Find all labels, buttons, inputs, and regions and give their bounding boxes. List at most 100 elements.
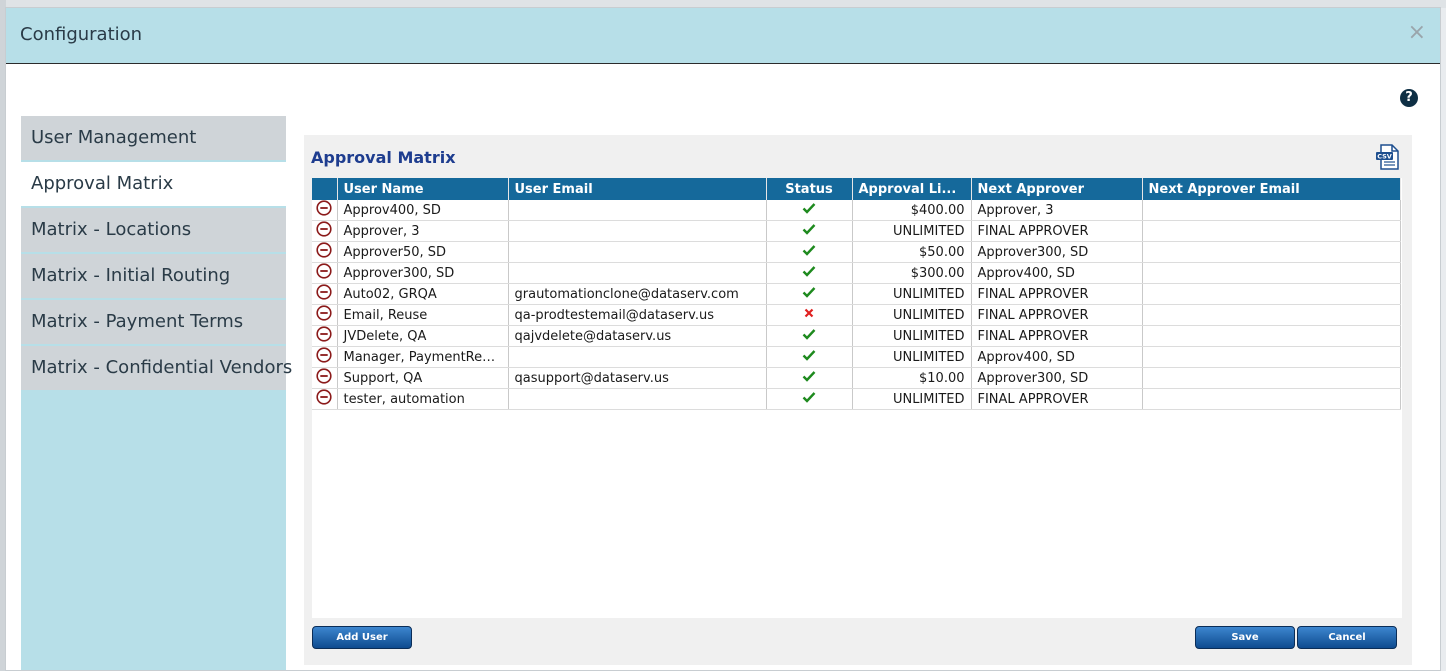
panel-title: Approval Matrix — [311, 148, 456, 167]
close-icon[interactable]: × — [1408, 22, 1426, 44]
table-row[interactable]: JVDelete, QA qajvdelete@dataserv.us UNLIMI… — [312, 325, 1401, 347]
cell-user-name: tester, automation — [337, 388, 509, 410]
sidebar-item-user-management[interactable]: User Management — [21, 116, 286, 160]
cell-status — [766, 367, 853, 389]
cell-next-approver: Approv400, SD — [971, 262, 1143, 284]
header-delete — [312, 178, 338, 200]
cell-next-approver: Approver300, SD — [971, 367, 1143, 389]
delete-cell — [312, 325, 338, 347]
table-row[interactable]: tester, automation UNLIMITED FINAL APPROVE… — [312, 388, 1401, 410]
minus-circle-icon[interactable] — [316, 200, 332, 220]
csv-export-icon[interactable]: CSV — [1376, 144, 1400, 170]
cell-next-approver-email — [1142, 262, 1401, 284]
minus-circle-icon[interactable] — [316, 242, 332, 262]
cell-status — [766, 304, 853, 326]
cell-user-email: qajvdelete@dataserv.us — [508, 325, 767, 347]
delete-cell — [312, 220, 338, 242]
cell-user-name: Approv400, SD — [337, 200, 509, 221]
cell-status — [766, 220, 853, 242]
sidebar-item-matrix-payment-terms[interactable]: Matrix - Payment Terms — [21, 300, 286, 344]
minus-circle-icon[interactable] — [316, 326, 332, 346]
cell-next-approver: Approver, 3 — [971, 200, 1143, 221]
minus-circle-icon[interactable] — [316, 284, 332, 304]
cell-approval-limit: UNLIMITED — [852, 220, 972, 242]
table-row[interactable]: Approver50, SD $50.00 Approver300, SD — [312, 241, 1401, 263]
cell-approval-limit: UNLIMITED — [852, 304, 972, 326]
save-button[interactable]: Save — [1195, 626, 1295, 649]
table-row[interactable]: Email, Reuse qa-prodtestemail@dataserv.us… — [312, 304, 1401, 326]
check-icon — [802, 371, 816, 386]
table-row[interactable]: Auto02, GRQA grautomationclone@dataserv.c… — [312, 283, 1401, 305]
cell-next-approver: FINAL APPROVER — [971, 388, 1143, 410]
help-icon[interactable]: ? — [1400, 89, 1418, 107]
table-row[interactable]: Manager, PaymentReq... UNLIMITED Approv400… — [312, 346, 1401, 368]
cell-next-approver-email — [1142, 220, 1401, 242]
cell-next-approver-email — [1142, 388, 1401, 410]
delete-cell — [312, 200, 338, 221]
header-status[interactable]: Status — [766, 178, 853, 200]
delete-cell — [312, 388, 338, 410]
header-next-approver-email[interactable]: Next Approver Email — [1142, 178, 1401, 200]
cell-user-name: Approver50, SD — [337, 241, 509, 263]
header-user-email[interactable]: User Email — [508, 178, 767, 200]
minus-circle-icon[interactable] — [316, 221, 332, 241]
minus-circle-icon[interactable] — [316, 263, 332, 283]
header-user-name[interactable]: User Name — [337, 178, 509, 200]
cell-approval-limit: $50.00 — [852, 241, 972, 263]
minus-circle-icon[interactable] — [316, 389, 332, 409]
sidebar-item-matrix-initial-routing[interactable]: Matrix - Initial Routing — [21, 254, 286, 298]
cell-approval-limit: $300.00 — [852, 262, 972, 284]
sidebar-item-approval-matrix[interactable]: Approval Matrix — [21, 162, 286, 206]
approval-matrix-panel: Approval Matrix CSV User Name User Email… — [304, 135, 1412, 665]
delete-cell — [312, 262, 338, 284]
table-row[interactable]: Support, QA qasupport@dataserv.us $10.00 Ap… — [312, 367, 1401, 389]
cell-status — [766, 262, 853, 284]
cell-next-approver: FINAL APPROVER — [971, 304, 1143, 326]
header-next-approver[interactable]: Next Approver — [971, 178, 1143, 200]
table-row[interactable]: Approver300, SD $300.00 Approv400, SD — [312, 262, 1401, 284]
cell-next-approver-email — [1142, 304, 1401, 326]
check-icon — [802, 350, 816, 365]
table-row[interactable]: Approv400, SD $400.00 Approver, 3 — [312, 200, 1401, 221]
cell-status — [766, 325, 853, 347]
table-body: Approv400, SD $400.00 Approver, 3 Approver,… — [312, 200, 1401, 410]
cell-user-email: qasupport@dataserv.us — [508, 367, 767, 389]
cell-status — [766, 346, 853, 368]
cell-user-email — [508, 388, 767, 410]
cell-status — [766, 388, 853, 410]
cell-user-email — [508, 346, 767, 368]
cell-user-email — [508, 241, 767, 263]
check-icon — [802, 245, 816, 260]
cell-user-name: Manager, PaymentReq... — [337, 346, 509, 368]
cell-next-approver-email — [1142, 346, 1401, 368]
cancel-button[interactable]: Cancel — [1297, 626, 1397, 649]
add-user-button[interactable]: Add User — [312, 626, 412, 649]
table-row[interactable]: Approver, 3 UNLIMITED FINAL APPROVER — [312, 220, 1401, 242]
sidebar-item-matrix-confidential-vendors[interactable]: Matrix - Confidential Vendors — [21, 346, 292, 390]
cell-user-name: Approver, 3 — [337, 220, 509, 242]
cell-approval-limit: UNLIMITED — [852, 388, 972, 410]
cell-user-email: qa-prodtestemail@dataserv.us — [508, 304, 767, 326]
check-icon — [802, 329, 816, 344]
cell-user-email: grautomationclone@dataserv.com — [508, 283, 767, 305]
cell-user-name: Approver300, SD — [337, 262, 509, 284]
cell-next-approver-email — [1142, 325, 1401, 347]
header-approval-limit[interactable]: Approval Li... — [852, 178, 972, 200]
configuration-modal: Configuration × ? User Management Approv… — [5, 7, 1441, 671]
check-icon — [802, 203, 816, 218]
delete-cell — [312, 346, 338, 368]
table-header-row: User Name User Email Status Approval Li.… — [312, 178, 1401, 200]
minus-circle-icon[interactable] — [316, 305, 332, 325]
cell-next-approver: FINAL APPROVER — [971, 220, 1143, 242]
sidebar-item-matrix-locations[interactable]: Matrix - Locations — [21, 208, 286, 252]
cell-status — [766, 200, 853, 221]
minus-circle-icon[interactable] — [316, 368, 332, 388]
check-icon — [802, 266, 816, 281]
modal-header: Configuration × — [6, 8, 1440, 64]
x-icon — [803, 308, 815, 323]
cell-next-approver-email — [1142, 283, 1401, 305]
delete-cell — [312, 367, 338, 389]
cell-next-approver: FINAL APPROVER — [971, 283, 1143, 305]
delete-cell — [312, 304, 338, 326]
minus-circle-icon[interactable] — [316, 347, 332, 367]
